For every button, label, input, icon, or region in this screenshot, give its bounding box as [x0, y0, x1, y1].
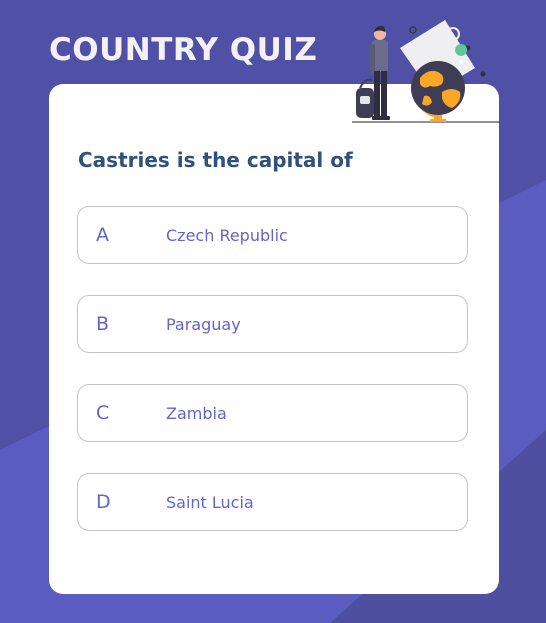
- option-letter: B: [96, 313, 110, 335]
- option-label: Zambia: [166, 404, 227, 423]
- option-letter: C: [96, 402, 110, 424]
- option-letter: D: [96, 491, 111, 513]
- option-letter: A: [96, 224, 109, 246]
- option-b-button[interactable]: B Paraguay: [77, 295, 468, 353]
- question-text: Castries is the capital of: [78, 148, 353, 172]
- option-d-button[interactable]: D Saint Lucia: [77, 473, 468, 531]
- option-label: Czech Republic: [166, 226, 288, 245]
- traveler-globe-icon: [352, 20, 500, 123]
- option-label: Paraguay: [166, 315, 241, 334]
- option-label: Saint Lucia: [166, 493, 254, 512]
- option-a-button[interactable]: A Czech Republic: [77, 206, 468, 264]
- option-c-button[interactable]: C Zambia: [77, 384, 468, 442]
- app-title: COUNTRY QUIZ: [49, 32, 318, 68]
- quiz-card: Castries is the capital of A Czech Repub…: [49, 84, 499, 594]
